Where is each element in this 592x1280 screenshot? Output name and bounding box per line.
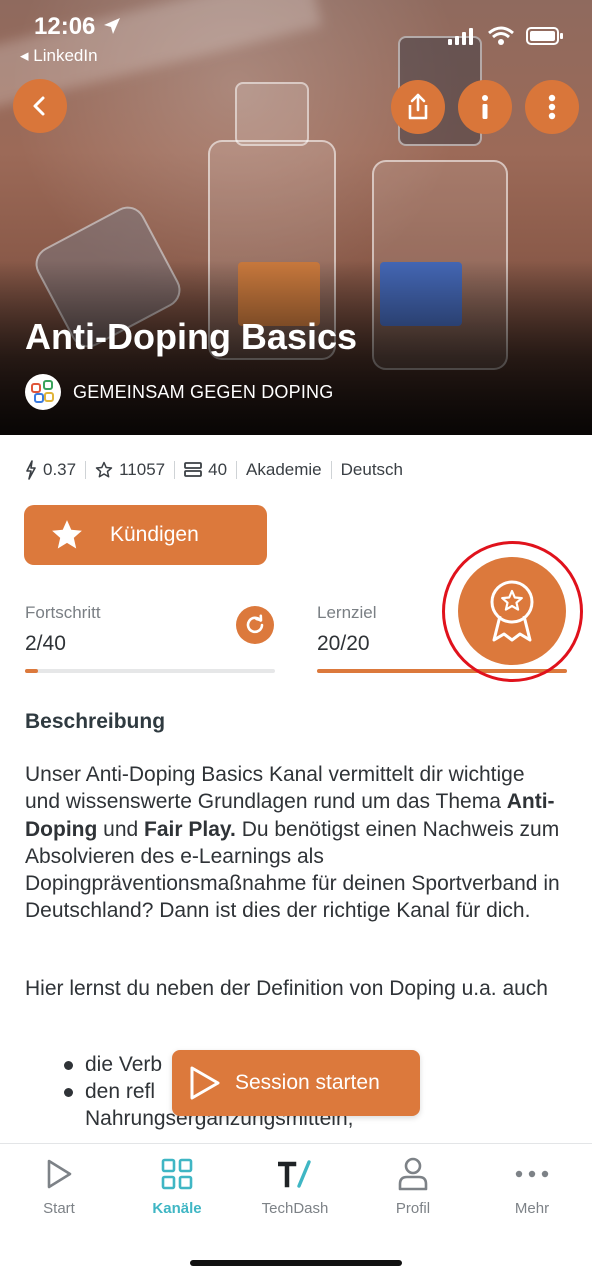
stat-lessons: 40 — [184, 460, 227, 480]
divider — [85, 461, 87, 479]
unsubscribe-button[interactable]: Kündigen — [24, 505, 267, 565]
progress-value: 2/40 — [25, 632, 66, 655]
progress-label: Fortschritt — [25, 603, 101, 622]
description-paragraph-2: Hier lernst du neben der Definition von … — [25, 977, 548, 1000]
tab-label: Mehr — [514, 1200, 550, 1217]
description-bold: Fair Play. — [144, 817, 236, 841]
lesson-count: 40 — [208, 460, 228, 479]
description-text: und — [97, 817, 145, 841]
tab-techdash[interactable]: TechDash — [236, 1156, 354, 1217]
info-button[interactable] — [458, 80, 512, 134]
description-paragraph: Unser Anti-Doping Basics Kanal vermittel… — [25, 761, 565, 925]
reset-progress-button[interactable] — [236, 606, 274, 644]
stat-price: 0.37 — [25, 460, 76, 480]
channel-stats: 0.37 11057 40 Akademie Deutsch — [25, 457, 403, 483]
divider — [236, 461, 238, 479]
stack-icon — [184, 462, 203, 477]
divider — [330, 461, 332, 479]
techdash-icon — [278, 1160, 311, 1188]
tab-label: Kanäle — [152, 1200, 202, 1217]
channel-hero: 12:06 ◂ LinkedIn Anti-Doping Basics GEME… — [0, 0, 592, 435]
tab-label: TechDash — [261, 1200, 329, 1217]
play-outline-icon — [47, 1159, 72, 1189]
grid-icon — [161, 1158, 193, 1190]
progress-bar-fill — [25, 669, 38, 673]
tab-mehr[interactable]: Mehr — [473, 1156, 591, 1217]
goal-value: 20/20 — [317, 632, 370, 655]
person-icon — [398, 1157, 428, 1191]
award-badge-icon — [490, 580, 534, 642]
status-time: 12:06 — [34, 13, 96, 40]
publisher-logo — [25, 374, 61, 410]
more-horizontal-icon — [515, 1170, 549, 1178]
channel-publisher[interactable]: GEMEINSAM GEGEN DOPING — [25, 374, 333, 410]
certificate-button[interactable] — [458, 557, 566, 665]
progress-bar — [25, 669, 275, 673]
status-bar: 12:06 ◂ LinkedIn — [0, 0, 592, 70]
tab-label: Profil — [395, 1200, 431, 1217]
tab-label: Start — [43, 1200, 75, 1217]
back-button[interactable] — [13, 79, 67, 133]
refresh-icon — [246, 614, 264, 634]
home-indicator — [190, 1260, 402, 1266]
tab-kanaele[interactable]: Kanäle — [118, 1156, 236, 1217]
back-icon — [33, 96, 45, 116]
goal-label: Lernziel — [317, 603, 377, 622]
star-outline-icon — [95, 461, 113, 478]
back-to-app-link[interactable]: ◂ LinkedIn — [20, 46, 98, 66]
publisher-name: GEMEINSAM GEGEN DOPING — [73, 381, 334, 402]
unsubscribe-label: Kündigen — [110, 523, 199, 546]
description-heading: Beschreibung — [25, 710, 166, 733]
price-tag-icon — [26, 460, 36, 480]
battery-icon — [526, 26, 564, 51]
stat-category: Akademie — [246, 460, 322, 479]
more-options-button[interactable] — [525, 80, 579, 134]
stat-language: Deutsch — [340, 460, 404, 479]
hero-bottle-neck — [235, 82, 309, 146]
wifi-icon — [488, 26, 514, 51]
stat-rating: 11057 — [95, 460, 165, 480]
share-icon — [408, 93, 428, 120]
info-icon — [482, 95, 488, 119]
start-session-label: Session starten — [235, 1071, 380, 1094]
divider — [174, 461, 176, 479]
location-arrow-icon — [103, 17, 121, 40]
share-button[interactable] — [391, 80, 445, 134]
back-app-name: LinkedIn — [33, 46, 98, 65]
description-text: Unser Anti-Doping Basics Kanal vermittel… — [25, 763, 525, 814]
channel-title: Anti-Doping Basics — [25, 316, 358, 357]
more-vertical-icon — [548, 94, 556, 120]
start-session-button[interactable]: Session starten — [172, 1050, 420, 1116]
signal-icon — [448, 27, 476, 50]
rating-count: 11057 — [119, 460, 166, 479]
play-outline-icon — [190, 1066, 220, 1100]
price-value: 0.37 — [43, 460, 77, 479]
tab-start[interactable]: Start — [0, 1156, 118, 1217]
tab-profil[interactable]: Profil — [354, 1156, 472, 1217]
star-filled-icon — [52, 520, 82, 549]
